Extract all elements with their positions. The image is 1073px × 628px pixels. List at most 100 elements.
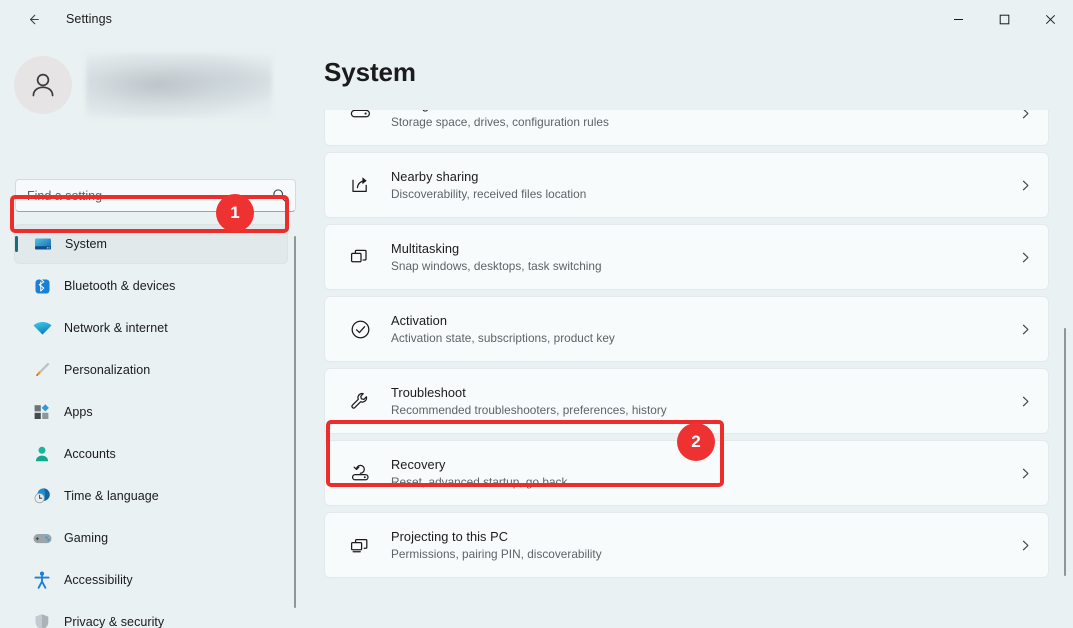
settings-row-text: Nearby sharing Discoverability, received…	[391, 168, 1002, 202]
projecting-screens-icon	[343, 534, 377, 557]
settings-row-subtitle: Snap windows, desktops, task switching	[391, 259, 602, 273]
clock-globe-icon	[27, 486, 57, 506]
sidebar-scrollbar[interactable]	[294, 236, 296, 608]
settings-row-text: Troubleshoot Recommended troubleshooters…	[391, 384, 1002, 418]
settings-row-activation[interactable]: Activation Activation state, subscriptio…	[324, 296, 1049, 362]
settings-row-recovery[interactable]: Recovery Reset, advanced startup, go bac…	[324, 440, 1049, 506]
header-mask	[302, 38, 1073, 110]
sidebar-item-label: Gaming	[64, 531, 109, 545]
sidebar-item-network-internet[interactable]: Network & internet	[14, 308, 288, 348]
sidebar-item-label: Apps	[64, 405, 93, 419]
window-title: Settings	[66, 12, 112, 26]
main-scrollbar[interactable]	[1064, 328, 1066, 576]
profile-section[interactable]	[14, 52, 272, 118]
settings-row-title: Projecting to this PC	[391, 529, 508, 544]
wrench-glyph	[350, 392, 367, 409]
settings-row-multitasking[interactable]: Multitasking Snap windows, desktops, tas…	[324, 224, 1049, 290]
gamepad-glyph	[33, 533, 51, 543]
chevron-right-glyph	[1022, 252, 1028, 262]
sidebar-item-label: Bluetooth & devices	[64, 279, 176, 293]
sidebar-item-label: Network & internet	[64, 321, 168, 335]
close-button[interactable]	[1027, 0, 1073, 38]
page-title: System	[324, 57, 416, 87]
profile-name-blurred	[86, 52, 272, 118]
sidebar-item-personalization[interactable]: Personalization	[14, 350, 288, 390]
settings-row-projecting-to-this-pc[interactable]: Projecting to this PC Permissions, pairi…	[324, 512, 1049, 578]
search-glass-icon	[272, 189, 286, 202]
gamepad-icon	[27, 528, 57, 549]
overlapping-windows-glyph	[350, 249, 367, 262]
settings-rows: Sleep, battery usage, battery saver	[302, 38, 1073, 584]
settings-row-text: Activation Activation state, subscriptio…	[391, 312, 1002, 346]
sidebar-item-accessibility[interactable]: Accessibility	[14, 560, 288, 600]
sidebar-item-label: Personalization	[64, 363, 151, 377]
settings-row-text: Projecting to this PC Permissions, pairi…	[391, 528, 1002, 562]
shield-icon	[27, 612, 57, 628]
monitor-icon	[28, 234, 58, 254]
search-box[interactable]	[15, 179, 296, 212]
minimize-button[interactable]	[935, 0, 981, 38]
wrench-icon	[343, 390, 377, 413]
shield-glyph	[35, 614, 49, 628]
close-icon	[1045, 14, 1055, 24]
sidebar-item-gaming[interactable]: Gaming	[14, 518, 288, 558]
settings-row-troubleshoot[interactable]: Troubleshoot Recommended troubleshooters…	[324, 368, 1049, 434]
settings-row-subtitle: Permissions, pairing PIN, discoverabilit…	[391, 547, 602, 561]
settings-row-subtitle: Discoverability, received files location	[391, 187, 587, 201]
paintbrush-icon	[27, 360, 57, 380]
selection-indicator	[15, 236, 18, 252]
chevron-right-icon	[1002, 251, 1048, 264]
recovery-restore-glyph	[351, 464, 369, 480]
recovery-restore-icon	[343, 462, 377, 485]
sidebar-item-apps[interactable]: Apps	[14, 392, 288, 432]
maximize-button[interactable]	[981, 0, 1027, 38]
sidebar-item-label: Accounts	[64, 447, 116, 461]
settings-row-title: Troubleshoot	[391, 385, 466, 400]
sidebar-item-time-language[interactable]: Time & language	[14, 476, 288, 516]
settings-row-title: Nearby sharing	[391, 169, 479, 184]
settings-row-title: Activation	[391, 313, 447, 328]
settings-row-subtitle: Reset, advanced startup, go back	[391, 475, 568, 489]
chevron-right-icon	[1002, 395, 1048, 408]
person-avatar-icon	[32, 73, 54, 97]
settings-row-title: Multitasking	[391, 241, 460, 256]
sidebar-item-privacy-security[interactable]: Privacy & security	[14, 602, 288, 628]
settings-row-subtitle: Storage space, drives, configuration rul…	[391, 115, 609, 129]
sidebar-item-label: System	[65, 237, 107, 251]
clock-globe-glyph	[34, 488, 50, 504]
wifi-glyph	[33, 321, 51, 335]
sidebar-item-label: Privacy & security	[64, 615, 165, 628]
sidebar-item-accounts[interactable]: Accounts	[14, 434, 288, 474]
sidebar-item-label: Time & language	[64, 489, 159, 503]
projecting-screens-glyph	[350, 538, 367, 552]
chevron-right-glyph	[1022, 324, 1028, 334]
chevron-right-icon	[1002, 539, 1048, 552]
chevron-right-glyph	[1022, 540, 1028, 550]
sidebar-item-label: Accessibility	[64, 573, 133, 587]
share-arrow-icon	[343, 174, 377, 197]
sidebar-item-bluetooth-devices[interactable]: Bluetooth & devices	[14, 266, 288, 306]
title-bar: Settings	[0, 0, 1073, 38]
paintbrush-glyph	[36, 362, 50, 376]
share-arrow-glyph	[351, 176, 367, 192]
settings-row-text: Recovery Reset, advanced startup, go bac…	[391, 456, 1002, 490]
navigation-list: System Bluetooth & devices Network & int…	[0, 224, 302, 628]
sidebar-item-system[interactable]: System	[14, 224, 288, 264]
apps-grid-icon	[27, 402, 57, 422]
minimize-icon	[953, 18, 963, 20]
settings-row-nearby-sharing[interactable]: Nearby sharing Discoverability, received…	[324, 152, 1049, 218]
sidebar: System Bluetooth & devices	[0, 38, 302, 628]
settings-row-text: Multitasking Snap windows, desktops, tas…	[391, 240, 1002, 274]
search-input[interactable]	[16, 188, 263, 203]
back-button[interactable]	[12, 4, 54, 34]
search-icon[interactable]	[263, 180, 295, 211]
overlapping-windows-icon	[343, 246, 377, 269]
bluetooth-glyph	[34, 278, 50, 294]
settings-row-subtitle: Recommended troubleshooters, preferences…	[391, 403, 667, 417]
bluetooth-icon	[27, 277, 57, 296]
chevron-right-glyph	[1022, 468, 1028, 478]
accessibility-glyph	[34, 571, 50, 589]
main-content: Sleep, battery usage, battery saver	[302, 38, 1073, 628]
chevron-right-icon	[1002, 323, 1048, 336]
monitor-glyph	[35, 238, 51, 250]
